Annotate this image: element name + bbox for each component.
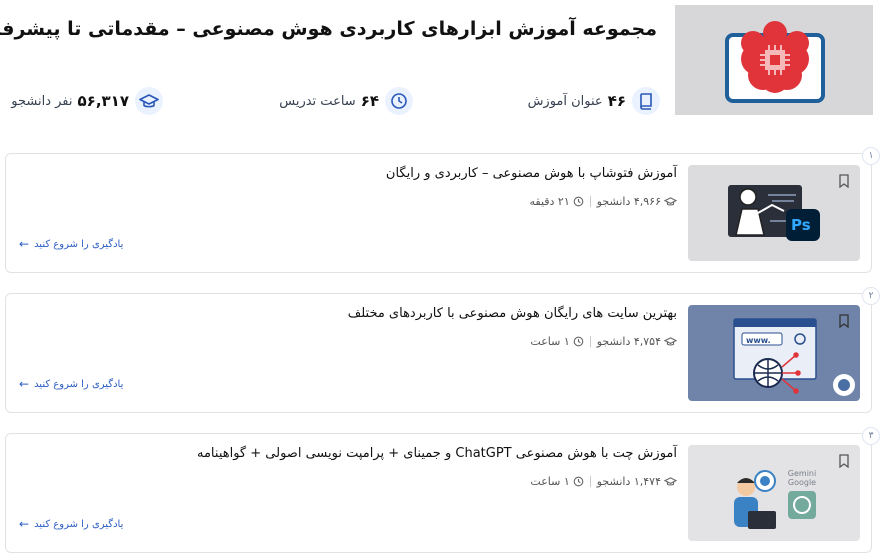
divider <box>589 336 591 347</box>
course-meta: ۱,۴۷۴ دانشجو ۱ ساعت <box>530 475 677 488</box>
course-thumbnail[interactable]: Ps <box>688 165 860 261</box>
course-meta: ۴,۷۵۴ دانشجو ۱ ساعت <box>530 335 677 348</box>
book-icon <box>632 87 660 115</box>
start-learning-link[interactable]: یادگیری را شروع کنید ← <box>19 517 123 531</box>
duration: ۱ ساعت <box>530 475 584 488</box>
students-count: ۴,۹۶۶ دانشجو <box>597 195 677 208</box>
arrow-left-icon: ← <box>19 377 30 391</box>
course-index: ۳ <box>862 427 880 445</box>
bookmark-icon[interactable] <box>838 314 850 328</box>
course-title[interactable]: بهترین سایت های رایگان هوش مصنوعی با کار… <box>348 306 677 321</box>
divider <box>589 196 591 207</box>
stat-students-value: ۵۶,۳۱۷ <box>77 92 129 110</box>
students-count: ۴,۷۵۴ دانشجو <box>597 335 677 348</box>
divider <box>589 476 591 487</box>
students-label: ۴,۷۵۴ دانشجو <box>596 335 661 348</box>
students-count: ۱,۴۷۴ دانشجو <box>597 475 677 488</box>
collection-title: مجموعه آموزش ابزارهای کاربردی هوش مصنوعی… <box>0 18 657 40</box>
bookmark-icon[interactable] <box>838 454 850 468</box>
arrow-left-icon: ← <box>19 517 30 531</box>
course-index: ۱ <box>862 147 880 165</box>
course-title[interactable]: آموزش چت با هوش مصنوعی ChatGPT و جمینای … <box>197 446 677 461</box>
duration: ۱ ساعت <box>530 335 584 348</box>
bookmark-icon[interactable] <box>838 174 850 188</box>
clock-icon <box>385 87 413 115</box>
stat-hours: ۶۴ ساعت تدریس <box>279 87 413 115</box>
website-globe-illustration <box>733 318 855 396</box>
course-card[interactable]: ۲ www. بهترین سایت های رایگان هوش مصنوعی… <box>5 287 880 413</box>
stat-hours-label: ساعت تدریس <box>279 93 356 109</box>
start-learning-label: یادگیری را شروع کنید <box>34 378 124 390</box>
graduation-cap-icon <box>664 337 677 346</box>
clock-icon <box>573 196 584 207</box>
stat-courses-label: عنوان آموزش <box>527 93 603 109</box>
www-badge: www. <box>746 336 771 345</box>
graduation-cap-icon <box>135 87 163 115</box>
stat-courses-value: ۴۶ <box>607 92 626 110</box>
photoshop-badge: Ps <box>791 216 811 234</box>
course-index: ۲ <box>862 287 880 305</box>
stat-students-label: نفر دانشجو <box>11 93 73 109</box>
course-card[interactable]: ۱ Ps آموزش فتوشاپ با هوش مصنوعی – کاربرد… <box>5 147 880 273</box>
course-thumbnail[interactable]: Gemini Google <box>688 445 860 541</box>
gemini-google-badge: Gemini Google <box>787 469 817 487</box>
ai-brain-chip-icon <box>725 21 825 103</box>
collection-thumbnail <box>675 5 873 115</box>
duration-label: ۲۱ دقیقه <box>529 195 570 208</box>
start-learning-label: یادگیری را شروع کنید <box>34 238 124 250</box>
clock-icon <box>573 476 584 487</box>
duration-label: ۱ ساعت <box>530 335 570 348</box>
stat-students: ۵۶,۳۱۷ نفر دانشجو <box>11 87 163 115</box>
duration-label: ۱ ساعت <box>530 475 570 488</box>
arrow-left-icon: ← <box>19 237 30 251</box>
course-meta: ۴,۹۶۶ دانشجو ۲۱ دقیقه <box>529 195 677 208</box>
students-label: ۱,۴۷۴ دانشجو <box>596 475 661 488</box>
duration: ۲۱ دقیقه <box>529 195 584 208</box>
course-thumbnail[interactable]: www. <box>688 305 860 401</box>
course-card[interactable]: ۳ Gemini Google آموزش چت با هوش مصنوعی C… <box>5 427 880 553</box>
photoshop-robot-illustration <box>728 185 820 241</box>
course-title[interactable]: آموزش فتوشاپ با هوش مصنوعی – کاربردی و ر… <box>386 166 677 181</box>
clock-icon <box>573 336 584 347</box>
stat-hours-value: ۶۴ <box>360 92 379 110</box>
start-learning-link[interactable]: یادگیری را شروع کنید ← <box>19 237 123 251</box>
start-learning-link[interactable]: یادگیری را شروع کنید ← <box>19 377 123 391</box>
students-label: ۴,۹۶۶ دانشجو <box>596 195 661 208</box>
graduation-cap-icon <box>664 477 677 486</box>
start-learning-label: یادگیری را شروع کنید <box>34 518 124 530</box>
graduation-cap-icon <box>664 197 677 206</box>
stat-courses: ۴۶ عنوان آموزش <box>527 87 660 115</box>
chatgpt-gemini-illustration <box>734 470 816 529</box>
